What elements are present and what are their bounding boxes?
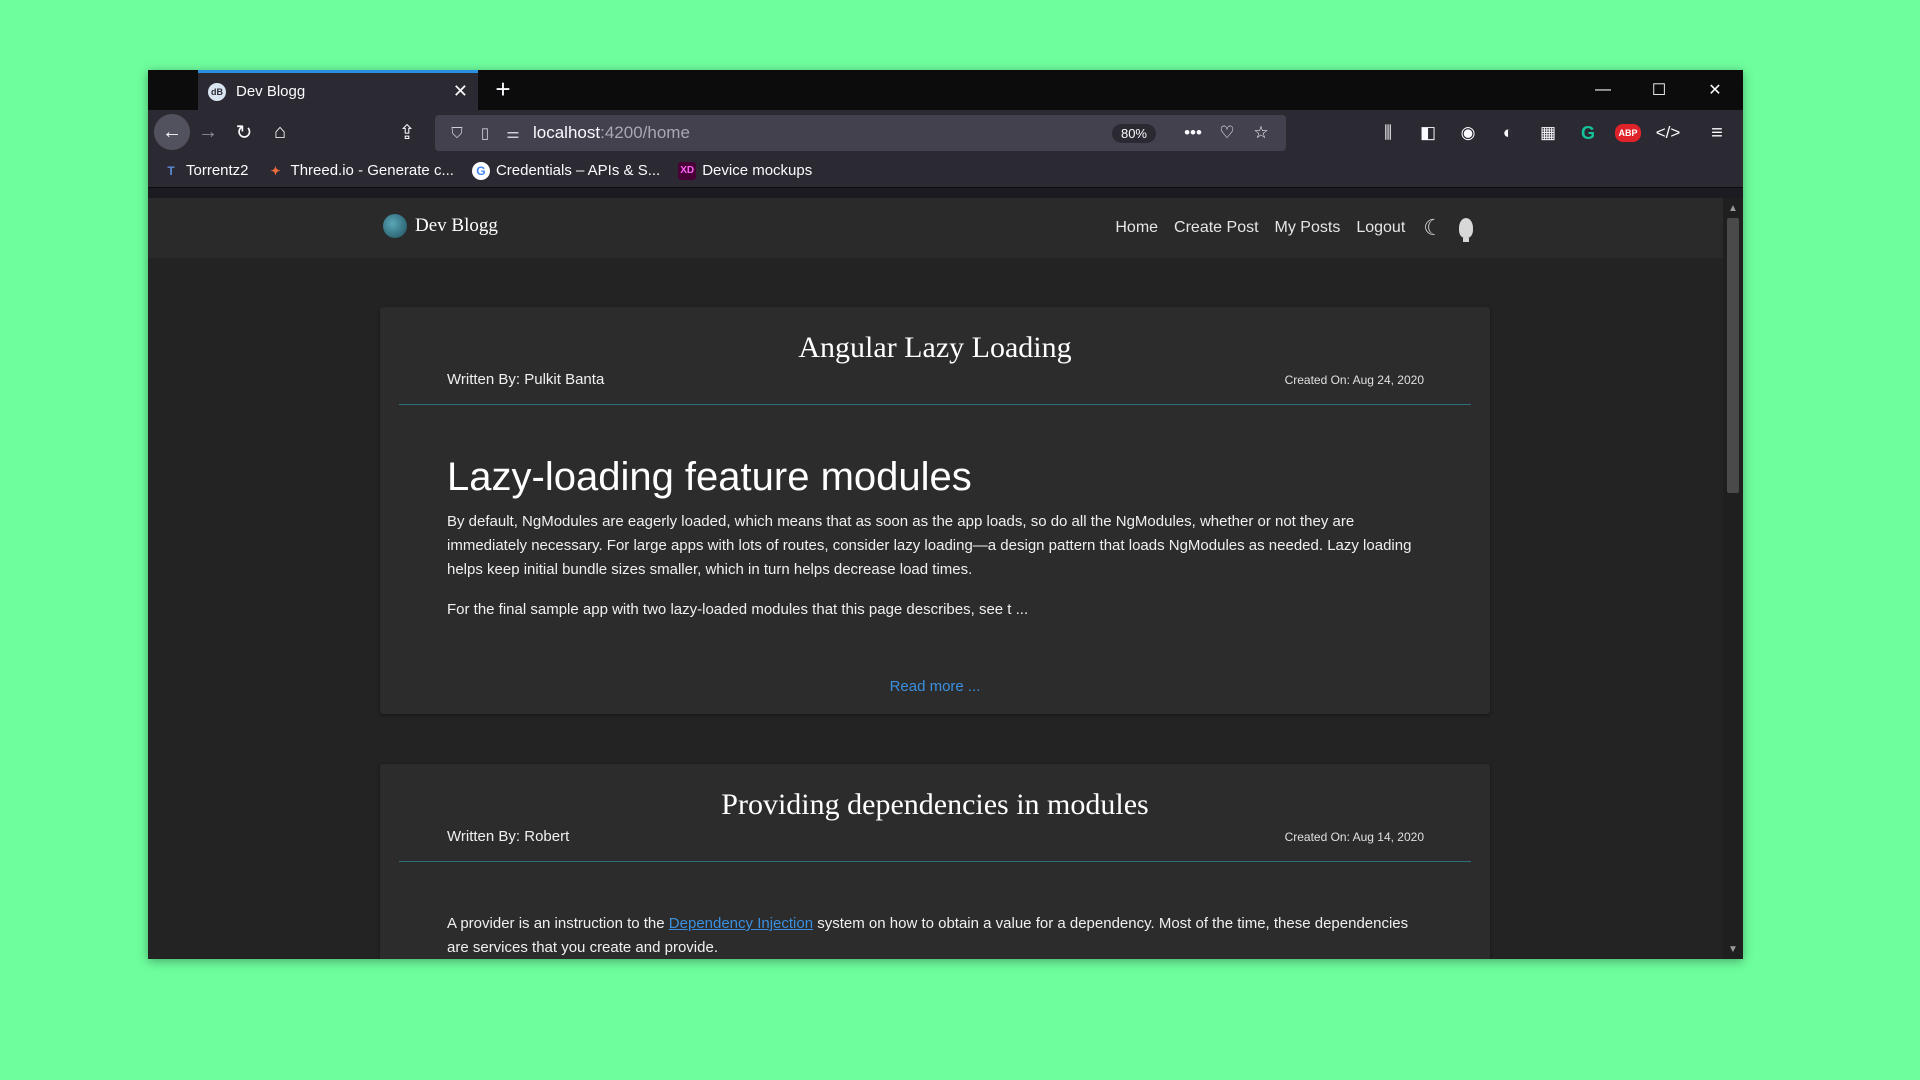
- bookmark-threed[interactable]: ✦ Threed.io - Generate c...: [267, 162, 454, 180]
- nav-create-post[interactable]: Create Post: [1174, 219, 1258, 237]
- post-card: Providing dependencies in modules Writte…: [380, 764, 1490, 959]
- page-actions-icon[interactable]: •••: [1176, 123, 1210, 143]
- bookmark-credentials[interactable]: G Credentials – APIs & S...: [471, 161, 661, 180]
- site-brand[interactable]: Dev Blogg: [383, 214, 498, 238]
- tab-strip: dB Dev Blogg ✕ + — ☐ ✕: [148, 70, 1743, 110]
- post-body: Lazy-loading feature modules By default,…: [380, 455, 1490, 695]
- pocket-icon[interactable]: ♡: [1210, 123, 1244, 143]
- post-date: Created On: Aug 24, 2020: [1284, 373, 1424, 387]
- post-meta: Written By: Robert Created On: Aug 14, 2…: [399, 822, 1471, 862]
- nav-home[interactable]: Home: [1115, 219, 1158, 237]
- back-arrow-icon[interactable]: ←: [154, 114, 190, 150]
- zoom-badge[interactable]: 80%: [1111, 123, 1156, 143]
- address-bar[interactable]: ⛉ ▯ ⚌ localhost:4200/home 80% ••• ♡ ☆: [435, 115, 1286, 151]
- lightbulb-icon[interactable]: [1459, 218, 1473, 242]
- post-author: Written By: Pulkit Banta: [447, 371, 605, 388]
- account-icon[interactable]: ◉: [1448, 115, 1488, 151]
- bookmarks-bar: T Torrentz2 ✦ Threed.io - Generate c... …: [148, 154, 1743, 188]
- maximize-icon[interactable]: ☐: [1631, 70, 1687, 110]
- browser-window: dB Dev Blogg ✕ + — ☐ ✕ ← → ↻ ⌂ ⇪ ⛉ ▯ ⚌ l…: [148, 70, 1743, 959]
- site-nav-links: Home Create Post My Posts Logout ☾: [1099, 215, 1473, 242]
- library-icon[interactable]: ⫼: [1368, 115, 1408, 151]
- bookmark-torrentz2[interactable]: T Torrentz2: [162, 162, 249, 180]
- google-icon: G: [471, 161, 490, 180]
- post-meta: Written By: Pulkit Banta Created On: Aug…: [399, 365, 1471, 405]
- nav-my-posts[interactable]: My Posts: [1275, 219, 1341, 237]
- tab-title: Dev Blogg: [236, 83, 306, 100]
- extension-icon[interactable]: ◐: [1488, 115, 1528, 151]
- hamburger-menu-icon[interactable]: ≡: [1699, 115, 1735, 151]
- bookmark-upload-icon[interactable]: ⇪: [389, 114, 425, 150]
- url-path: :4200/home: [600, 123, 690, 142]
- page-viewport: Dev Blogg Home Create Post My Posts Logo…: [148, 198, 1723, 959]
- brand-logo-icon: [383, 214, 407, 238]
- permissions-icon[interactable]: ⚌: [499, 124, 527, 142]
- post-paragraph: For the final sample app with two lazy-l…: [447, 601, 1029, 618]
- nav-logout[interactable]: Logout: [1356, 219, 1405, 237]
- bookmark-label: Credentials – APIs & S...: [495, 162, 661, 179]
- forward-arrow-icon[interactable]: →: [190, 114, 226, 150]
- extensions-toolbar: ⫼ ◧ ◉ ◐ ▦ G ABP </>: [1368, 115, 1688, 151]
- nav-toolbar: ← → ↻ ⌂ ⇪ ⛉ ▯ ⚌ localhost:4200/home 80% …: [148, 110, 1743, 154]
- post-author: Written By: Robert: [447, 828, 570, 845]
- bookmark-label: Torrentz2: [186, 162, 249, 179]
- site-favicon-icon: dB: [208, 82, 226, 101]
- post-body: A provider is an instruction to the Depe…: [380, 912, 1490, 959]
- threed-icon: ✦: [270, 163, 281, 178]
- grid-extension-icon[interactable]: ▦: [1528, 115, 1568, 151]
- moon-icon[interactable]: ☾: [1423, 215, 1443, 241]
- bookmark-device-mockups[interactable]: XD Device mockups: [678, 161, 813, 180]
- page-scrollbar[interactable]: ▲ ▼: [1723, 198, 1743, 959]
- site-navbar: Dev Blogg Home Create Post My Posts Logo…: [148, 198, 1723, 258]
- devtools-icon[interactable]: </>: [1648, 115, 1688, 151]
- bookmark-label: Device mockups: [702, 162, 813, 179]
- brand-name: Dev Blogg: [415, 215, 498, 236]
- close-window-icon[interactable]: ✕: [1687, 70, 1743, 110]
- post-card: Angular Lazy Loading Written By: Pulkit …: [380, 307, 1490, 714]
- paragraph-text: A provider is an instruction to the: [447, 915, 669, 932]
- sidebar-icon[interactable]: ◧: [1408, 115, 1448, 151]
- post-paragraph: By default, NgModules are eagerly loaded…: [447, 513, 1412, 578]
- post-date: Created On: Aug 14, 2020: [1284, 830, 1424, 844]
- grammarly-icon[interactable]: G: [1568, 115, 1608, 151]
- page-icon[interactable]: ▯: [471, 124, 499, 142]
- star-icon[interactable]: ☆: [1244, 123, 1278, 143]
- new-tab-icon[interactable]: +: [488, 74, 518, 104]
- bookmark-label: Threed.io - Generate c...: [290, 162, 454, 179]
- post-heading: Lazy-loading feature modules: [447, 455, 972, 499]
- post-title[interactable]: Providing dependencies in modules: [380, 764, 1490, 822]
- shield-icon[interactable]: ⛉: [443, 125, 471, 142]
- scroll-down-icon[interactable]: ▼: [1723, 941, 1743, 957]
- home-icon[interactable]: ⌂: [262, 114, 298, 150]
- scroll-up-icon[interactable]: ▲: [1723, 200, 1743, 216]
- minimize-icon[interactable]: —: [1575, 70, 1631, 110]
- dependency-injection-link[interactable]: Dependency Injection: [669, 915, 813, 932]
- adobe-xd-icon: XD: [678, 161, 697, 180]
- torrentz-icon: T: [167, 163, 175, 178]
- reload-icon[interactable]: ↻: [226, 114, 262, 150]
- url-host: localhost: [533, 123, 601, 142]
- post-paragraph: A provider is an instruction to the Depe…: [447, 912, 1423, 959]
- window-controls: — ☐ ✕: [1575, 70, 1743, 110]
- read-more-link[interactable]: Read more ...: [447, 678, 1423, 695]
- scrollbar-thumb[interactable]: [1727, 218, 1739, 493]
- post-title[interactable]: Angular Lazy Loading: [380, 307, 1490, 365]
- close-tab-icon[interactable]: ✕: [453, 81, 468, 102]
- tab-dev-blogg[interactable]: dB Dev Blogg ✕: [198, 70, 478, 110]
- adblock-icon[interactable]: ABP: [1608, 115, 1648, 151]
